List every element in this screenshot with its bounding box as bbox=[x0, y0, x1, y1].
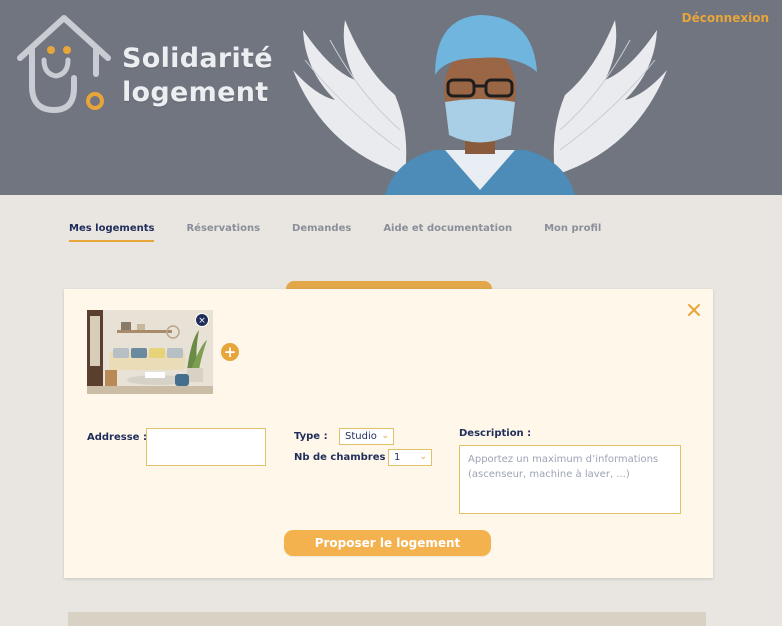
brand-line-1: Solidarité bbox=[122, 43, 273, 74]
rooms-select[interactable]: 1 ⌄ bbox=[388, 449, 432, 466]
header: Solidarité logement Déconnexion bbox=[0, 0, 782, 195]
tab-mes-logements[interactable]: Mes logements bbox=[69, 223, 155, 242]
tab-aide-documentation[interactable]: Aide et documentation bbox=[383, 223, 512, 242]
remove-photo-button[interactable]: × bbox=[195, 313, 209, 327]
address-label: Addresse : bbox=[87, 432, 147, 443]
background-listing-strip bbox=[68, 612, 706, 626]
brand-name: Solidarité logement bbox=[122, 42, 273, 110]
rooms-label: Nb de chambres : bbox=[294, 452, 393, 463]
main-nav-tabs: Mes logements Réservations Demandes Aide… bbox=[69, 223, 633, 242]
close-icon[interactable] bbox=[687, 303, 701, 317]
submit-housing-button[interactable]: Proposer le logement bbox=[284, 530, 491, 556]
logout-link[interactable]: Déconnexion bbox=[682, 11, 769, 25]
add-housing-modal: × + Addresse : Type : Studio ⌄ Nb de cha… bbox=[64, 289, 713, 578]
type-select-value: Studio bbox=[345, 431, 377, 442]
add-photo-button[interactable]: + bbox=[221, 343, 239, 361]
hero-nurse-image bbox=[293, 15, 667, 195]
housing-photo-thumbnail bbox=[87, 310, 213, 394]
tab-reservations[interactable]: Réservations bbox=[186, 223, 260, 242]
description-textarea[interactable]: Apportez un maximum d’informations (asce… bbox=[459, 445, 681, 514]
rooms-select-value: 1 bbox=[394, 452, 401, 463]
brand-line-2: logement bbox=[122, 77, 269, 108]
tab-demandes[interactable]: Demandes bbox=[292, 223, 351, 242]
logo-icon bbox=[17, 15, 111, 114]
address-input[interactable] bbox=[146, 428, 266, 466]
type-select[interactable]: Studio ⌄ bbox=[339, 428, 394, 445]
type-label: Type : bbox=[294, 431, 328, 442]
chevron-down-icon: ⌄ bbox=[381, 431, 389, 441]
tab-mon-profil[interactable]: Mon profil bbox=[544, 223, 601, 242]
description-label: Description : bbox=[459, 428, 532, 439]
chevron-down-icon: ⌄ bbox=[419, 452, 427, 462]
